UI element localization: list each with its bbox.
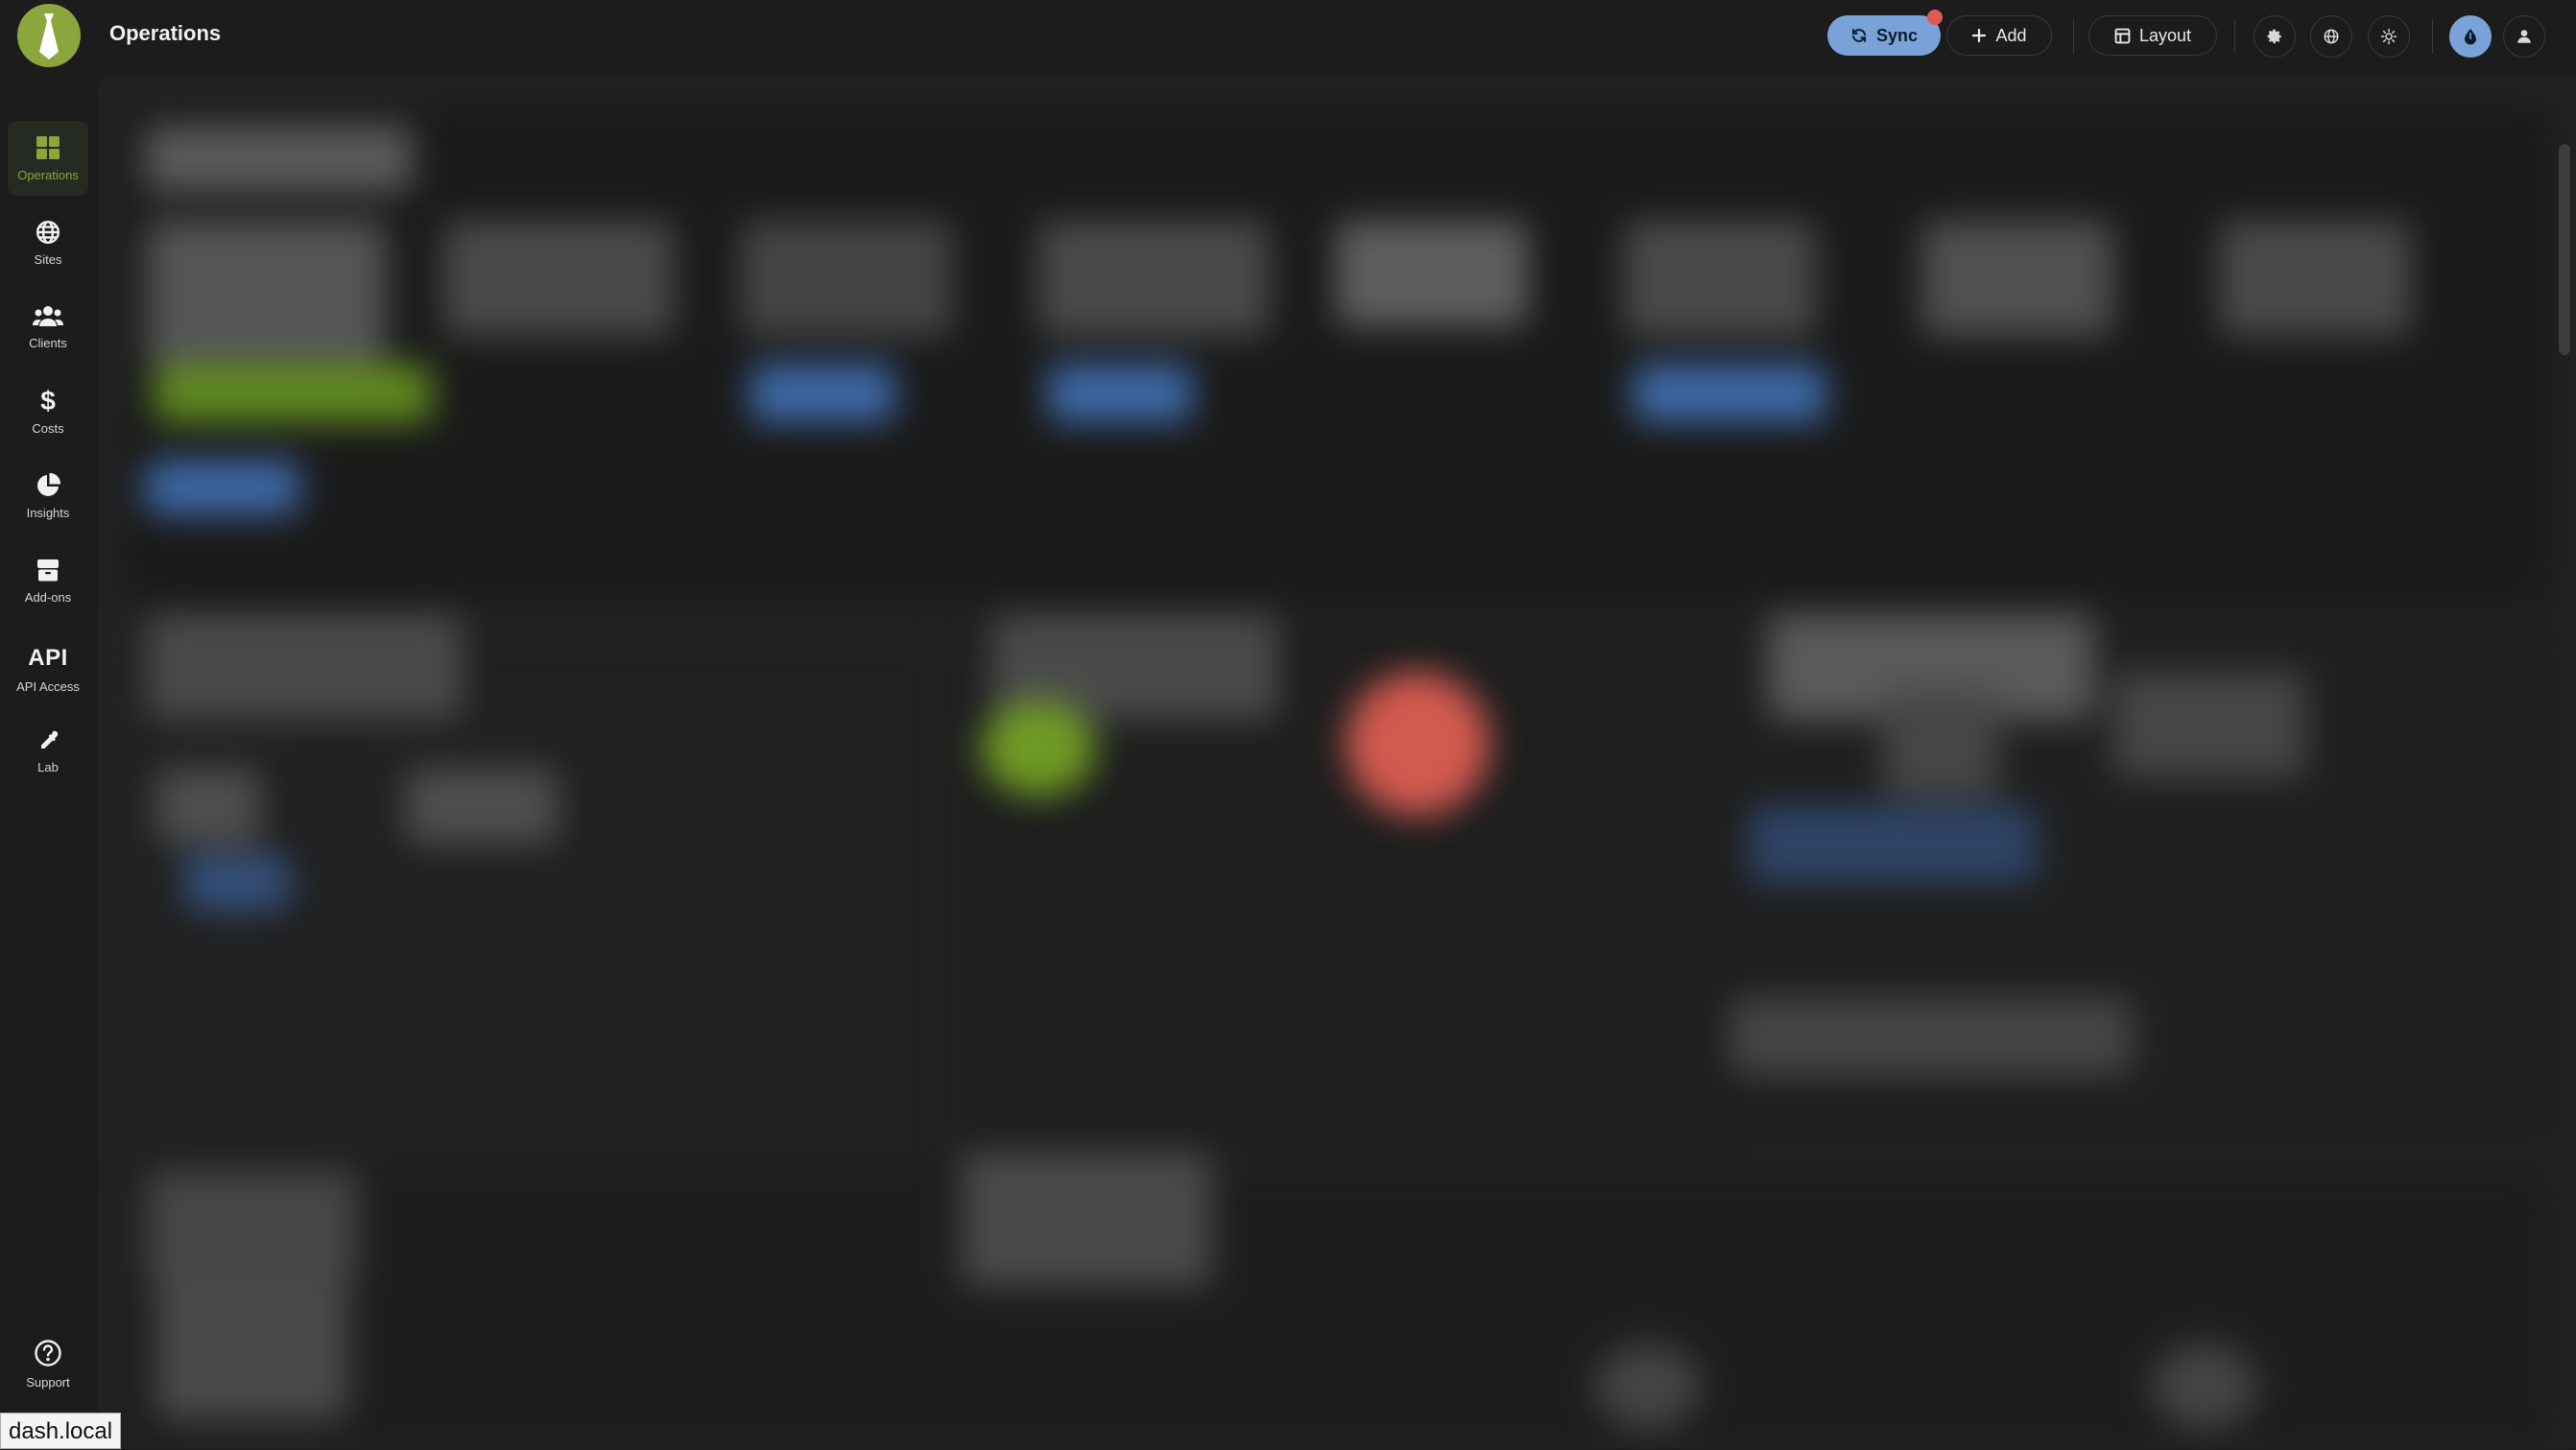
text-blur bbox=[2113, 672, 2305, 777]
card-blur bbox=[1336, 221, 1528, 326]
text-blur bbox=[1883, 691, 1998, 796]
sync-button[interactable]: Sync bbox=[1827, 15, 1941, 56]
sidebar-item-lab[interactable]: Lab bbox=[8, 714, 88, 789]
status-pill-blue-blur bbox=[751, 365, 894, 422]
help-circle-icon bbox=[35, 1339, 61, 1367]
sync-label: Sync bbox=[1875, 25, 1919, 45]
status-pill-blue-blur bbox=[1048, 365, 1192, 422]
add-label: Add bbox=[1995, 25, 2027, 45]
sidebar-item-insights[interactable]: Insights bbox=[8, 459, 88, 534]
sync-icon bbox=[1852, 29, 1866, 42]
sidebar-item-label: Clients bbox=[29, 335, 67, 350]
card-blur bbox=[741, 221, 952, 336]
layout-label: Layout bbox=[2138, 25, 2192, 45]
text-blur bbox=[146, 1171, 357, 1286]
text-blur bbox=[155, 768, 261, 844]
grid-icon bbox=[2114, 28, 2131, 43]
sun-icon bbox=[2380, 28, 2397, 45]
sidebar-item-api-access[interactable]: API API Access bbox=[8, 631, 88, 706]
globe-icon bbox=[2324, 29, 2339, 44]
add-button[interactable]: Add bbox=[1946, 15, 2052, 56]
sidebar-item-label: Add-ons bbox=[24, 589, 72, 605]
globe-icon bbox=[36, 220, 60, 244]
content-scrollbar[interactable] bbox=[2559, 144, 2570, 355]
gear-icon bbox=[2267, 29, 2281, 44]
widget-heading-blur bbox=[146, 614, 463, 720]
card-blur bbox=[1921, 221, 2113, 336]
sync-notification-dot bbox=[1927, 10, 1943, 25]
status-bar-url: dash.local bbox=[0, 1413, 122, 1449]
theme-drop-icon bbox=[2465, 29, 2476, 45]
card-blur bbox=[2219, 221, 2411, 336]
toolbar-divider bbox=[2432, 19, 2433, 54]
status-pill-green-blur bbox=[154, 365, 432, 422]
app-logo[interactable] bbox=[17, 4, 81, 67]
status-pill-blue-blur bbox=[146, 461, 299, 514]
sidebar-item-label: Insights bbox=[26, 505, 70, 520]
sidebar-item-label: Operations bbox=[17, 167, 79, 182]
link-blur bbox=[1749, 806, 2037, 883]
users-icon bbox=[33, 305, 63, 326]
text-blur bbox=[405, 768, 559, 844]
account-status-button[interactable] bbox=[2449, 15, 2492, 58]
status-pill-blue-blur bbox=[1634, 365, 1825, 422]
text-blur bbox=[1729, 998, 2133, 1075]
settings-button[interactable] bbox=[2254, 15, 2296, 58]
widget-panel bbox=[123, 104, 2553, 603]
sidebar-item-label: Lab bbox=[37, 759, 59, 774]
box-icon bbox=[37, 559, 59, 581]
sidebar-item-label: Support bbox=[26, 1374, 70, 1390]
dashboard-content bbox=[98, 77, 2576, 1449]
plus-icon bbox=[1972, 28, 1987, 43]
layout-button[interactable]: Layout bbox=[2088, 15, 2217, 56]
user-icon bbox=[2517, 30, 2531, 43]
top-bar: Operations Sync Add Layout bbox=[0, 0, 2576, 73]
card-blur bbox=[1624, 221, 1816, 336]
status-indicator-red-blur bbox=[1346, 672, 1490, 816]
text-blur bbox=[155, 1286, 347, 1420]
sidebar-item-costs[interactable]: $ Costs bbox=[8, 374, 88, 449]
sidebar-item-support[interactable]: Support bbox=[8, 1326, 88, 1401]
sidebar-item-label: Sites bbox=[34, 251, 62, 267]
api-icon: API bbox=[28, 644, 68, 671]
grid-icon bbox=[36, 135, 60, 159]
icon-blur bbox=[2152, 1343, 2257, 1430]
widget-heading-blur bbox=[962, 1152, 1211, 1286]
blurred-dashboard-widgets bbox=[98, 77, 2576, 1449]
sidebar-item-label: Costs bbox=[32, 420, 64, 436]
sidebar-item-clients[interactable]: Clients bbox=[8, 290, 88, 365]
theme-toggle-button[interactable] bbox=[2368, 15, 2410, 58]
user-menu-button[interactable] bbox=[2503, 15, 2545, 58]
language-button[interactable] bbox=[2310, 15, 2352, 58]
sidebar: Operations Sites Clients $ Costs Insight… bbox=[0, 73, 96, 1449]
icon-blur bbox=[1595, 1343, 1701, 1430]
pie-chart-icon bbox=[37, 472, 60, 496]
link-blur bbox=[184, 854, 290, 912]
card-blur bbox=[1038, 221, 1269, 336]
pipette-icon bbox=[41, 730, 59, 749]
dollar-icon: $ bbox=[40, 385, 56, 416]
widget-heading-blur bbox=[144, 125, 413, 192]
card-blur bbox=[443, 221, 674, 336]
toolbar-divider bbox=[2073, 19, 2074, 54]
tie-logo-icon bbox=[39, 13, 59, 59]
sidebar-item-label: API Access bbox=[16, 678, 80, 694]
sidebar-item-add-ons[interactable]: Add-ons bbox=[8, 543, 88, 618]
page-title: Operations bbox=[109, 21, 222, 45]
sidebar-item-operations[interactable]: Operations bbox=[8, 121, 88, 196]
sidebar-item-sites[interactable]: Sites bbox=[8, 205, 88, 280]
status-indicator-green-blur bbox=[981, 701, 1096, 796]
toolbar-divider bbox=[2234, 19, 2235, 54]
card-blur bbox=[146, 221, 386, 365]
